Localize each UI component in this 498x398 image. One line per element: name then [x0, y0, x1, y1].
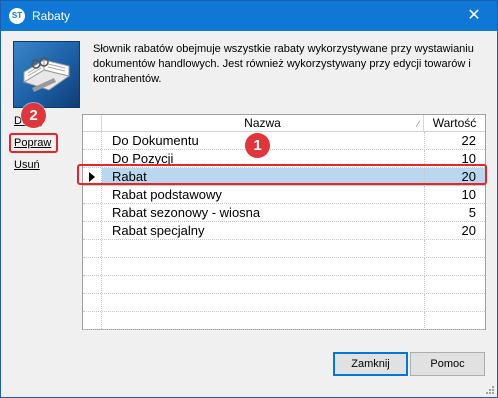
description-text: Słownik rabatów obejmuje wszystkie rabat…	[93, 43, 474, 85]
resize-grip-icon[interactable]	[485, 385, 495, 395]
title-bar[interactable]: ST Rabaty ✕	[1, 1, 497, 31]
edit-link-highlight	[9, 133, 58, 153]
row-selector[interactable]	[83, 132, 102, 149]
column-header-value[interactable]: Wartość	[424, 115, 485, 131]
row-selector-header	[83, 115, 102, 131]
close-icon[interactable]: ✕	[451, 1, 497, 31]
row-selector[interactable]	[83, 240, 102, 257]
cell-value	[424, 258, 476, 274]
table-row[interactable]	[83, 240, 485, 258]
cell-name: Rabat podstawowy	[112, 187, 222, 202]
table-row[interactable]: Rabat specjalny 20	[83, 222, 485, 240]
table-row[interactable]	[83, 294, 485, 312]
row-selector[interactable]	[83, 204, 102, 221]
table-row[interactable]: Rabat podstawowy 10	[83, 186, 485, 204]
row-selector[interactable]	[83, 312, 102, 329]
cell-name: Do Dokumentu	[112, 133, 199, 148]
cell-name: Rabat sezonowy - wiosna	[112, 205, 261, 220]
grid-body: Do Dokumentu 22 Do Pozycji 10 Rabat 20 Rabat p…	[83, 132, 485, 330]
table-row[interactable]	[83, 312, 485, 330]
grid-header: Nazwa ⁄ Wartość	[83, 115, 485, 132]
rabaty-dialog: ST Rabaty ✕ Słownik rabatów obejmuje wsz…	[0, 0, 498, 398]
discounts-grid[interactable]: Nazwa ⁄ Wartość Do Dokumentu 22 Do Pozycji…	[82, 114, 486, 330]
window-title: Rabaty	[32, 9, 71, 23]
cell-name: Rabat specjalny	[112, 223, 205, 238]
help-button[interactable]: Pomoc	[410, 352, 485, 376]
selected-row-highlight	[77, 164, 487, 185]
row-selector[interactable]	[83, 186, 102, 203]
cell-value: 20	[424, 222, 476, 238]
row-selector[interactable]	[83, 258, 102, 275]
cell-value	[424, 240, 476, 256]
close-button[interactable]: Zamknij	[333, 352, 408, 376]
row-selector[interactable]	[83, 276, 102, 293]
cell-value	[424, 312, 476, 328]
cell-value: 10	[424, 186, 476, 202]
book-logo-icon	[13, 41, 80, 108]
table-row[interactable]: Do Dokumentu 22	[83, 132, 485, 150]
cell-value	[424, 276, 476, 292]
step-badge-1: 1	[245, 133, 270, 158]
column-header-name[interactable]: Nazwa ⁄	[102, 115, 424, 131]
cell-value: 22	[424, 132, 476, 148]
cell-value: 5	[424, 204, 476, 220]
step-badge-2: 2	[21, 103, 46, 128]
table-row[interactable]	[83, 276, 485, 294]
sort-indicator-icon: ⁄	[417, 119, 419, 129]
table-row[interactable]: Rabat sezonowy - wiosna 5	[83, 204, 485, 222]
row-selector[interactable]	[83, 294, 102, 311]
column-header-name-label: Nazwa	[244, 116, 281, 130]
table-row[interactable]	[83, 258, 485, 276]
row-selector[interactable]	[83, 222, 102, 239]
app-icon: ST	[9, 8, 25, 24]
cell-value	[424, 294, 476, 310]
delete-link[interactable]: Usuń	[14, 159, 40, 171]
